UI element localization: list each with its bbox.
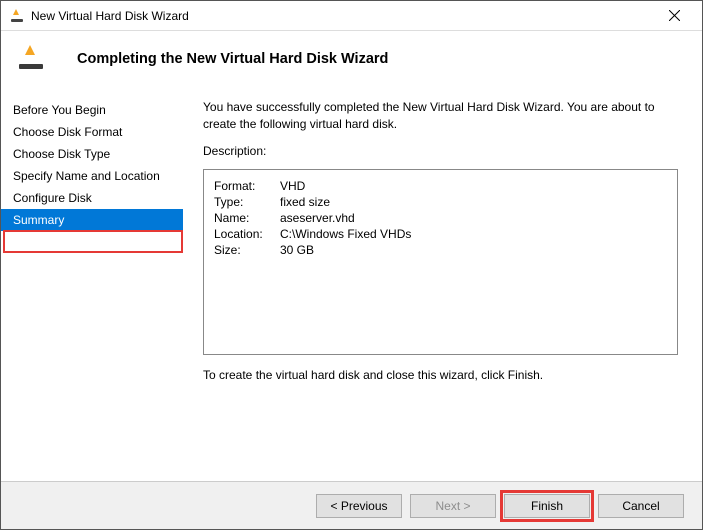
wizard-heading: Completing the New Virtual Hard Disk Wiz… bbox=[77, 51, 388, 67]
nav-choose-disk-format[interactable]: Choose Disk Format bbox=[1, 121, 183, 143]
nav-configure-disk[interactable]: Configure Disk bbox=[1, 187, 183, 209]
summary-row-name: Name: aseserver.vhd bbox=[214, 210, 411, 226]
summary-name-key: Name: bbox=[214, 210, 280, 226]
close-button[interactable] bbox=[654, 2, 694, 30]
summary-row-size: Size: 30 GB bbox=[214, 242, 411, 258]
cancel-button[interactable]: Cancel bbox=[598, 494, 684, 518]
nav-choose-disk-type[interactable]: Choose Disk Type bbox=[1, 143, 183, 165]
next-button: Next > bbox=[410, 494, 496, 518]
summary-intro-text: You have successfully completed the New … bbox=[203, 99, 678, 133]
summary-location-key: Location: bbox=[214, 226, 280, 242]
description-label: Description: bbox=[203, 143, 678, 160]
finish-button[interactable]: Finish bbox=[504, 494, 590, 518]
wizard-icon bbox=[19, 49, 47, 69]
summary-size-key: Size: bbox=[214, 242, 280, 258]
nav-specify-name-location[interactable]: Specify Name and Location bbox=[1, 165, 183, 187]
previous-button[interactable]: < Previous bbox=[316, 494, 402, 518]
wizard-main-panel: You have successfully completed the New … bbox=[183, 99, 702, 469]
app-icon bbox=[9, 8, 25, 24]
close-icon bbox=[669, 10, 680, 21]
wizard-header: Completing the New Virtual Hard Disk Wiz… bbox=[1, 31, 702, 99]
nav-before-you-begin[interactable]: Before You Begin bbox=[1, 99, 183, 121]
wizard-body: Before You Begin Choose Disk Format Choo… bbox=[1, 99, 702, 469]
summary-format-key: Format: bbox=[214, 178, 280, 194]
summary-format-value: VHD bbox=[280, 178, 411, 194]
summary-row-location: Location: C:\Windows Fixed VHDs bbox=[214, 226, 411, 242]
window-title: New Virtual Hard Disk Wizard bbox=[31, 9, 654, 23]
summary-row-format: Format: VHD bbox=[214, 178, 411, 194]
title-bar: New Virtual Hard Disk Wizard bbox=[1, 1, 702, 31]
summary-type-value: fixed size bbox=[280, 194, 411, 210]
nav-summary[interactable]: Summary bbox=[1, 209, 183, 231]
description-box: Format: VHD Type: fixed size Name: asese… bbox=[203, 169, 678, 355]
summary-size-value: 30 GB bbox=[280, 242, 411, 258]
wizard-footer: < Previous Next > Finish Cancel bbox=[1, 481, 702, 529]
summary-table: Format: VHD Type: fixed size Name: asese… bbox=[214, 178, 411, 258]
summary-name-value: aseserver.vhd bbox=[280, 210, 411, 226]
summary-row-type: Type: fixed size bbox=[214, 194, 411, 210]
summary-location-value: C:\Windows Fixed VHDs bbox=[280, 226, 411, 242]
wizard-steps-nav: Before You Begin Choose Disk Format Choo… bbox=[1, 99, 183, 469]
summary-type-key: Type: bbox=[214, 194, 280, 210]
summary-closing-text: To create the virtual hard disk and clos… bbox=[203, 367, 678, 384]
